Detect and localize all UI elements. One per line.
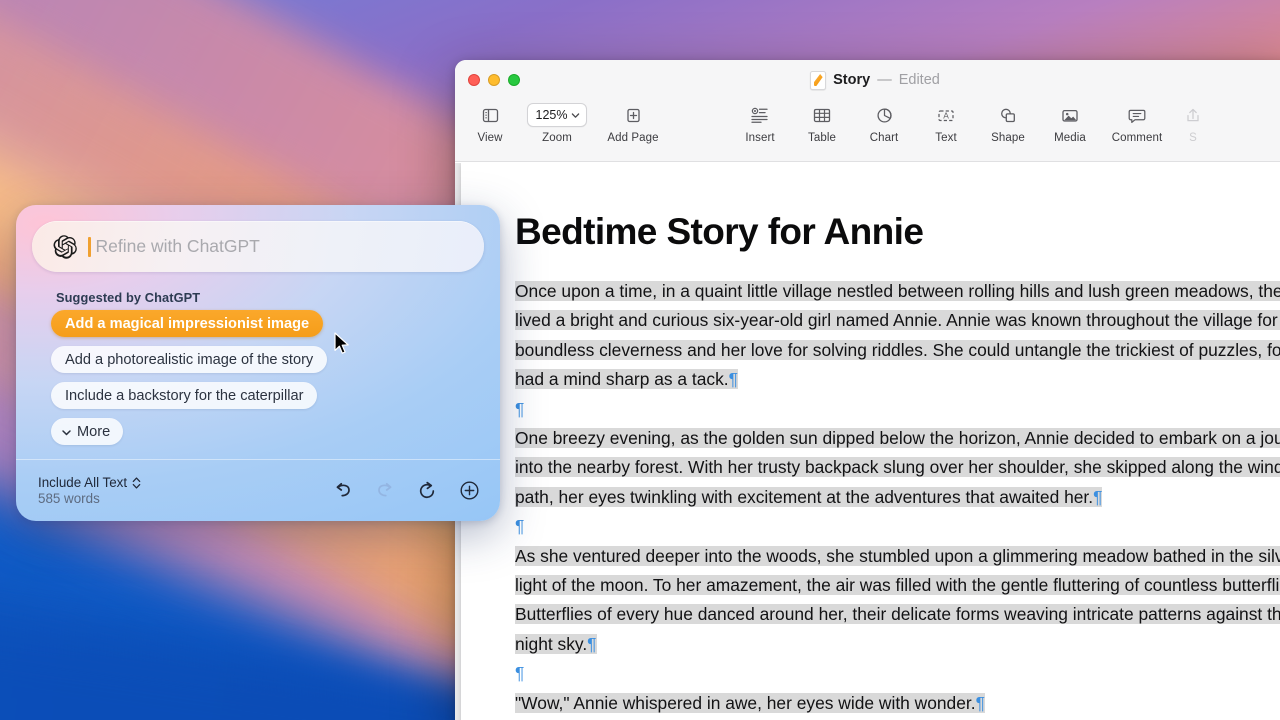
traffic-lights (468, 74, 520, 86)
include-scope-selector[interactable]: Include All Text (38, 475, 141, 490)
add-page-icon (624, 102, 643, 128)
empty-paragraph: ¶ (515, 659, 1280, 688)
window-title-group: Story — Edited (455, 60, 1280, 100)
toolbar-item-media[interactable]: Media (1039, 102, 1101, 144)
zoom-value: 125% (535, 108, 568, 122)
toolbar-label-zoom: Zoom (542, 132, 572, 144)
pages-toolbar: View 125% Zoom Add Page Insert Table Cha… (455, 100, 1280, 162)
text-cursor-caret (88, 236, 91, 257)
redo-icon[interactable] (374, 480, 396, 502)
toolbar-label-table: Table (808, 132, 836, 144)
shape-icon (998, 102, 1018, 128)
media-image-icon (1060, 102, 1080, 128)
sidebar-icon (481, 102, 500, 128)
toolbar-item-view[interactable]: View (463, 102, 517, 144)
close-button[interactable] (468, 74, 480, 86)
empty-paragraph: ¶ (515, 512, 1280, 541)
suggestion-chip-2[interactable]: Include a backstory for the caterpillar (51, 382, 318, 409)
suggestion-chip-label: Add a photorealistic image of the story (65, 351, 314, 368)
zoom-stepper-icon[interactable]: 125% (526, 102, 588, 128)
pilcrow-mark: ¶ (515, 398, 525, 419)
regenerate-icon[interactable] (416, 480, 438, 502)
paragraph: "Wow," Annie whispered in awe, her eyes … (515, 689, 1280, 718)
toolbar-item-add-page[interactable]: Add Page (597, 102, 669, 144)
chevron-down-icon (61, 426, 72, 437)
table-icon (812, 102, 832, 128)
document-canvas[interactable]: Bedtime Story for Annie Once upon a time… (455, 163, 1280, 720)
empty-paragraph: ¶ (515, 395, 1280, 424)
share-icon (1184, 102, 1202, 128)
toolbar-label-text: Text (935, 132, 957, 144)
document-title: Bedtime Story for Annie (515, 211, 924, 252)
chatgpt-prompt-input[interactable]: Refine with ChatGPT (32, 221, 484, 272)
pages-document-icon (810, 70, 827, 90)
toolbar-item-shape[interactable]: Shape (977, 102, 1039, 144)
toolbar-item-zoom[interactable]: 125% Zoom (517, 102, 597, 144)
text-box-icon: A (936, 102, 956, 128)
toolbar-item-text[interactable]: A Text (915, 102, 977, 144)
paragraph-text: "Wow," Annie whispered in awe, her eyes … (515, 692, 985, 713)
pilcrow-mark: ¶ (587, 633, 597, 654)
paragraph-text: As she ventured deeper into the woods, s… (515, 545, 1280, 654)
suggestion-chip-label: Include a backstory for the caterpillar (65, 387, 304, 404)
chart-pie-icon (875, 102, 894, 128)
suggestion-chip-1[interactable]: Add a photorealistic image of the story (51, 346, 328, 373)
suggestion-chip-label: Add a magical impressionist image (65, 315, 310, 332)
toolbar-label-shape: Shape (991, 132, 1025, 144)
comment-icon (1127, 102, 1147, 128)
toolbar-label-insert: Insert (745, 132, 775, 144)
toolbar-item-insert[interactable]: Insert (729, 102, 791, 144)
paragraph-text: Once upon a time, in a quaint little vil… (515, 281, 1280, 390)
suggested-by-chatgpt-label: Suggested by ChatGPT (56, 290, 201, 305)
more-suggestions-button[interactable]: More (51, 418, 124, 445)
window-titlebar: Story — Edited (455, 60, 1280, 100)
pilcrow-mark: ¶ (1093, 486, 1103, 507)
title-separator: — (877, 72, 892, 88)
paragraph-text: One breezy evening, as the golden sun di… (515, 428, 1280, 507)
paragraph: As she ventured deeper into the woods, s… (515, 542, 1280, 660)
undo-icon[interactable] (332, 480, 354, 502)
chatgpt-action-icons (332, 480, 480, 502)
toolbar-label-chart: Chart (869, 132, 899, 144)
word-count-label: 585 words (38, 491, 100, 506)
svg-text:A: A (943, 110, 949, 120)
openai-logo-icon (52, 234, 78, 260)
pilcrow-mark: ¶ (728, 369, 738, 390)
stepper-updown-icon (132, 476, 141, 490)
paragraph: Once upon a time, in a quaint little vil… (515, 277, 1280, 395)
toolbar-label-view: View (477, 132, 503, 144)
toolbar-item-chart[interactable]: Chart (853, 102, 915, 144)
pilcrow-mark: ¶ (975, 692, 985, 713)
pilcrow-mark: ¶ (515, 516, 525, 537)
insert-icon (750, 102, 771, 128)
toolbar-label-add-page: Add Page (607, 132, 659, 144)
document-page[interactable]: Bedtime Story for Annie Once upon a time… (461, 163, 1280, 720)
toolbar-label-comment: Comment (1111, 132, 1163, 144)
chatgpt-input-placeholder: Refine with ChatGPT (95, 236, 260, 256)
insert-plus-icon[interactable] (458, 480, 480, 502)
toolbar-item-clipped[interactable]: S (1173, 102, 1213, 144)
paragraph: One breezy evening, as the golden sun di… (515, 424, 1280, 512)
pilcrow-mark: ¶ (515, 663, 525, 684)
window-title: Story (833, 72, 871, 88)
document-body[interactable]: Once upon a time, in a quaint little vil… (515, 277, 1280, 720)
toolbar-item-comment[interactable]: Comment (1101, 102, 1173, 144)
toolbar-label-media: Media (1054, 132, 1086, 144)
chatgpt-panel-footer: Include All Text 585 words (16, 459, 500, 521)
toolbar-item-table[interactable]: Table (791, 102, 853, 144)
maximize-button[interactable] (508, 74, 520, 86)
include-scope-label: Include All Text (38, 475, 128, 490)
suggestion-chip-0[interactable]: Add a magical impressionist image (51, 310, 324, 337)
pages-window: Story — Edited View 125% Zoom Add Page I… (455, 60, 1280, 720)
chatgpt-refine-panel: Refine with ChatGPT Suggested by ChatGPT… (16, 205, 513, 521)
suggestion-chip-list[interactable]: Add a magical impressionist image Add a p… (51, 310, 486, 454)
edited-status: Edited (898, 72, 940, 88)
minimize-button[interactable] (488, 74, 500, 86)
more-label: More (77, 423, 111, 440)
chevron-down-icon (572, 112, 580, 118)
